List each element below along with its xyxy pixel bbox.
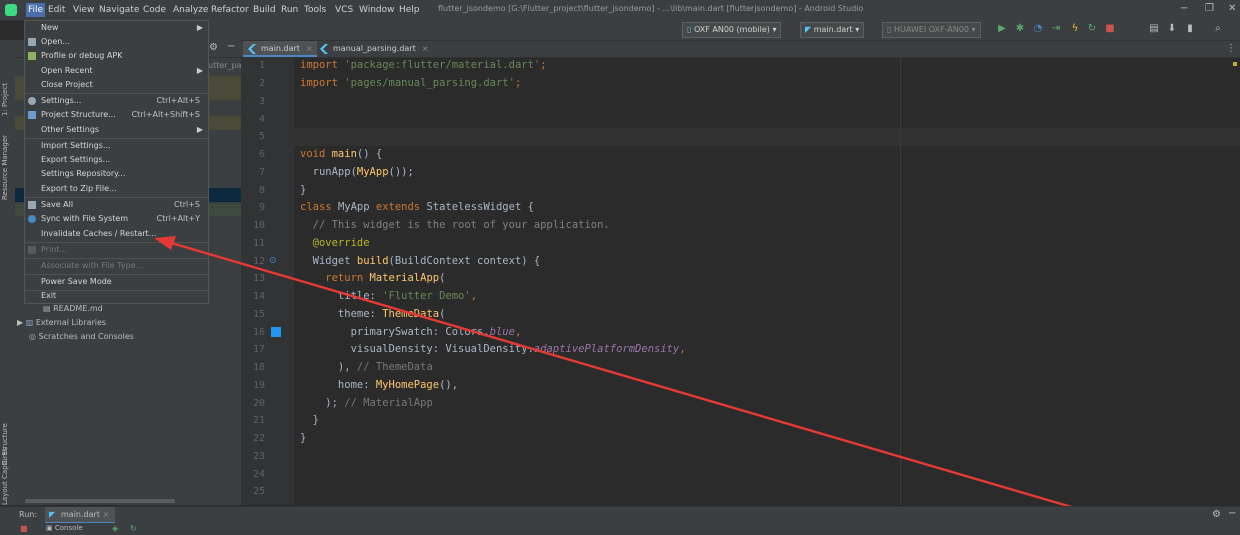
stop-icon[interactable]: ■ — [20, 524, 28, 533]
run-label: Run: — [19, 510, 38, 519]
console-icon: ▣ — [46, 524, 55, 532]
run-tool-window-header: Run: ◤ main.dart × ⚙ − — [0, 506, 1240, 524]
console-tab[interactable]: ▣ Console — [46, 524, 83, 532]
annotation-arrow — [154, 236, 1151, 532]
arrow-head — [154, 236, 176, 250]
close-icon[interactable]: × — [102, 510, 109, 519]
run-tab-main-dart[interactable]: ◤ main.dart × — [45, 507, 116, 524]
gear-icon[interactable]: ⚙ — [1212, 509, 1221, 520]
flutter-icon: ◤ — [49, 510, 56, 519]
arrow-shaft — [167, 240, 1151, 532]
run-tab-label: main.dart — [61, 510, 100, 519]
hide-icon[interactable]: − — [1228, 508, 1236, 519]
hot-reload-icon[interactable]: ◈ — [112, 524, 118, 533]
run-console-toolbar: ■ ▣ Console ◈ ↻ — [0, 523, 1240, 535]
console-label: Console — [54, 524, 83, 532]
hot-restart-icon[interactable]: ↻ — [130, 524, 137, 533]
